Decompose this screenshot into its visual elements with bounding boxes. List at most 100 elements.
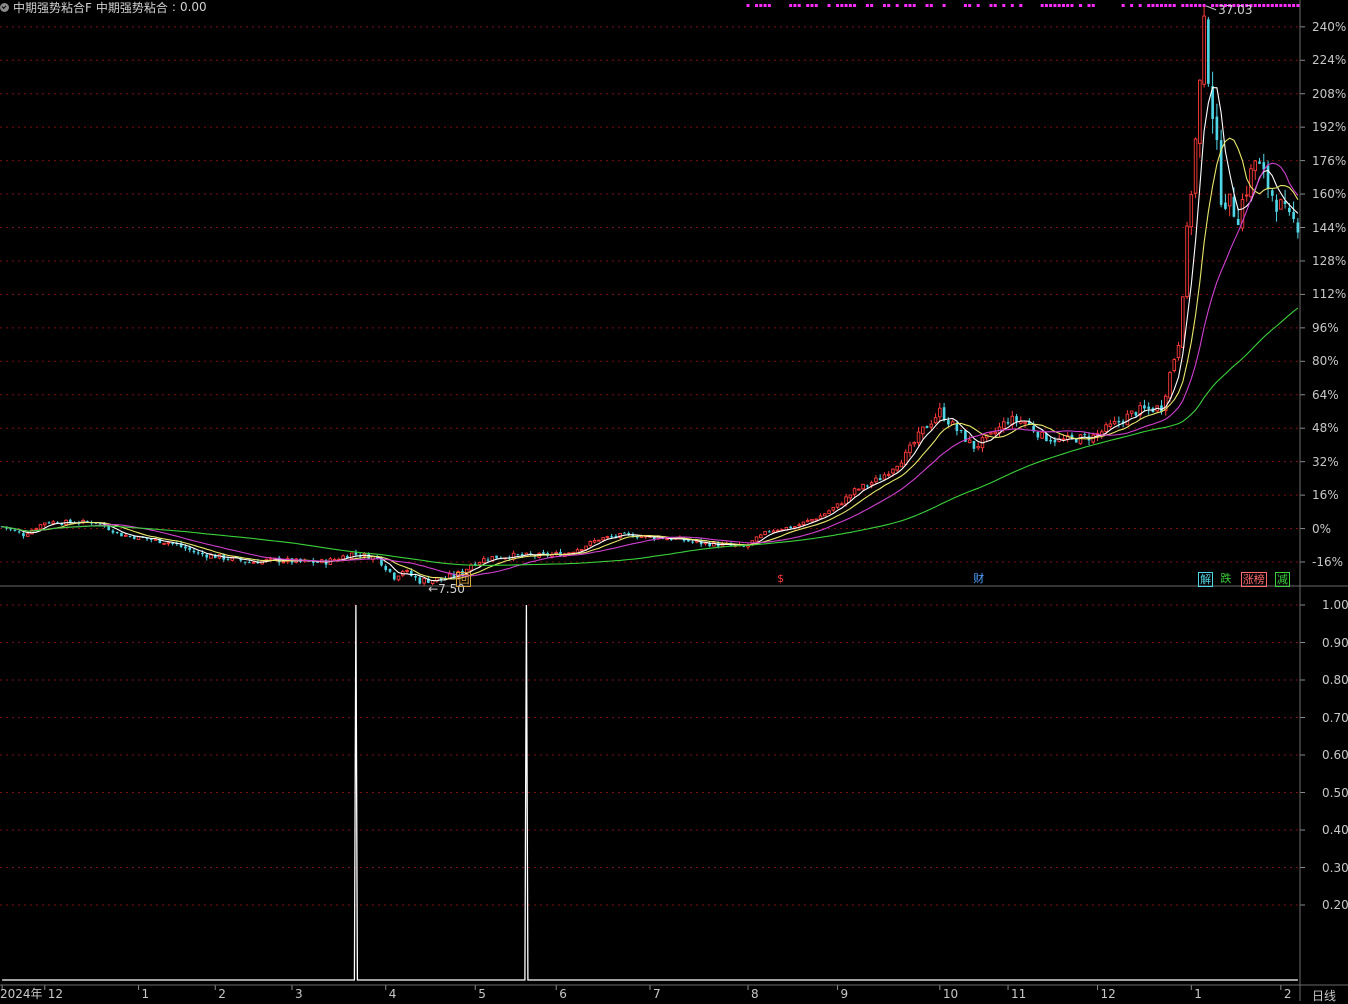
- candle-body-up: [1023, 421, 1027, 424]
- signal-dot: [1198, 4, 1202, 7]
- main-y-tick-label: 96%: [1312, 320, 1339, 335]
- candle-body-up: [34, 528, 39, 531]
- indicator-y-tick-label: 0.50: [1322, 785, 1348, 800]
- indicator-toggle-icon[interactable]: [0, 2, 9, 12]
- main-y-tick-label: 128%: [1312, 253, 1347, 268]
- candle-body-down: [132, 536, 136, 539]
- candle-body-down: [542, 552, 545, 554]
- signal-dot: [1151, 4, 1155, 7]
- signal-dot: [929, 4, 933, 7]
- main-y-tick-label: 144%: [1312, 220, 1347, 235]
- candle-body-up: [405, 569, 409, 572]
- signal-dot: [895, 4, 899, 7]
- signal-dot: [1155, 4, 1159, 7]
- candle-body-down: [98, 523, 102, 525]
- x-tick-label: 5: [478, 987, 486, 1001]
- candle-body-up: [989, 432, 993, 435]
- signal-dot: [1172, 4, 1176, 7]
- x-tick-label: 10: [942, 987, 959, 1001]
- signal-dot: [1061, 4, 1065, 7]
- signal-dot: [1253, 4, 1257, 7]
- candle-body-up: [1108, 423, 1113, 427]
- candle-body-up: [1125, 413, 1130, 426]
- candle-body-down: [1270, 190, 1274, 196]
- x-tick-label: 7: [653, 987, 661, 1001]
- indicator-y-tick-label: 0.70: [1322, 710, 1348, 725]
- main-grid: [0, 26, 1300, 563]
- signal-dot: [1138, 4, 1142, 7]
- signal-dot: [1292, 4, 1296, 7]
- signal-dot: [793, 4, 797, 7]
- signal-dot: [759, 4, 763, 7]
- candle-body-down: [942, 407, 946, 421]
- signal-dot: [904, 4, 908, 7]
- candle-body-up: [861, 483, 865, 490]
- candle-body-up: [801, 521, 806, 525]
- candle-body-up: [976, 445, 980, 449]
- candle-body-down: [414, 576, 417, 578]
- main-y-tick-label: 80%: [1312, 354, 1339, 369]
- candle-body-up: [209, 554, 213, 559]
- candle-body-up: [1078, 434, 1083, 445]
- candle-body-up: [993, 431, 998, 435]
- signal-dot: [1275, 4, 1279, 7]
- candle-body-up: [810, 518, 814, 522]
- candle-body-up: [477, 562, 482, 565]
- candle-body-up: [588, 541, 593, 546]
- candle-body-up: [1104, 424, 1108, 432]
- candle-body-down: [47, 522, 51, 524]
- candle-body-down: [687, 540, 690, 542]
- candle-body-down: [972, 440, 976, 449]
- signal-dot: [1189, 4, 1193, 7]
- main-y-tick-label: 176%: [1312, 153, 1347, 168]
- candle-body-down: [184, 546, 187, 549]
- candle-body-up: [916, 431, 921, 444]
- signal-dot: [1258, 4, 1262, 7]
- candle-body-up: [592, 540, 597, 543]
- candle-body-down: [789, 526, 792, 529]
- period-label[interactable]: 日线: [1312, 987, 1336, 1004]
- main-y-tick-label: 224%: [1312, 53, 1347, 68]
- signal-dot: [1211, 4, 1215, 7]
- candle-body-up: [1198, 79, 1202, 145]
- signal-dot: [1262, 4, 1266, 7]
- candle-body-up: [827, 510, 831, 514]
- candle-body-up: [422, 578, 426, 584]
- signal-dot: [1066, 4, 1070, 7]
- main-y-tick-label: 64%: [1312, 387, 1339, 402]
- candle-body-up: [895, 465, 899, 471]
- candle-body-up: [848, 494, 853, 499]
- indicator-y-tick-label: 0.90: [1322, 635, 1348, 650]
- signal-dot: [810, 4, 814, 7]
- candle-body-up: [251, 561, 256, 564]
- x-axis: [1, 985, 1282, 990]
- candle-body-down: [354, 552, 358, 555]
- candle-body-up: [601, 537, 605, 541]
- candle-body-up: [869, 482, 874, 486]
- candle-body-up: [1168, 372, 1172, 399]
- ma-line-5: [1, 87, 1299, 582]
- signal-dot: [1078, 4, 1082, 7]
- signal-dot: [1010, 4, 1014, 7]
- signal-dot: [1296, 4, 1300, 7]
- x-tick-label: 6: [559, 987, 567, 1001]
- candle-body-up: [1181, 296, 1185, 348]
- candle-body-down: [959, 430, 963, 432]
- x-tick-label: 1: [141, 987, 150, 1001]
- candle-body-down: [1266, 165, 1270, 189]
- x-tick-label: 3: [294, 987, 303, 1001]
- candle-body-up: [341, 555, 345, 560]
- candle-body-down: [192, 550, 196, 553]
- main-y-tick-label: 208%: [1312, 86, 1347, 101]
- signal-dot: [755, 4, 759, 7]
- candle-body-up: [921, 426, 925, 435]
- candle-body-up: [605, 536, 610, 539]
- candle-body-up: [1129, 410, 1134, 414]
- candle-body-up: [763, 531, 767, 535]
- signal-dot: [887, 4, 891, 7]
- event-marker: 回: [456, 572, 472, 587]
- candle-body-down: [1232, 196, 1236, 217]
- x-tick-label: 1: [1194, 987, 1202, 1001]
- candle-body-up: [481, 558, 486, 564]
- candle-body-down: [691, 541, 694, 543]
